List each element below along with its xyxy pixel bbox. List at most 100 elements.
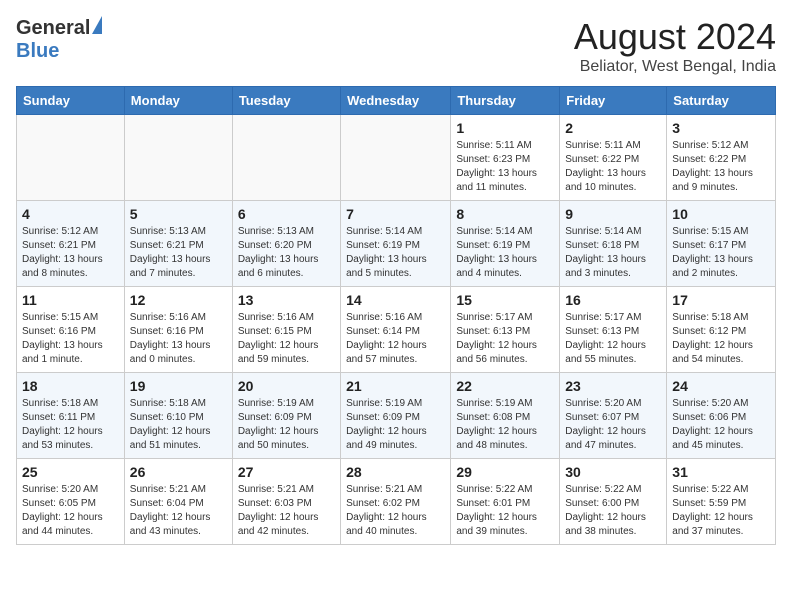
day-number: 10 xyxy=(672,206,770,222)
calendar-week-row: 1 Sunrise: 5:11 AM Sunset: 6:23 PM Daylig… xyxy=(17,115,776,201)
day-info: Sunrise: 5:18 AM Sunset: 6:11 PM Dayligh… xyxy=(22,397,119,453)
day-info: Sunrise: 5:15 AM Sunset: 6:17 PM Dayligh… xyxy=(672,225,770,281)
calendar-cell: 31 Sunrise: 5:22 AM Sunset: 5:59 PM Dayli… xyxy=(667,459,776,545)
day-number: 19 xyxy=(130,378,227,394)
day-info: Sunrise: 5:22 AM Sunset: 6:01 PM Dayligh… xyxy=(456,483,554,539)
day-info: Sunrise: 5:12 AM Sunset: 6:22 PM Dayligh… xyxy=(672,139,770,195)
day-number: 8 xyxy=(456,206,554,222)
day-number: 14 xyxy=(346,292,445,308)
day-info: Sunrise: 5:19 AM Sunset: 6:08 PM Dayligh… xyxy=(456,397,554,453)
day-info: Sunrise: 5:20 AM Sunset: 6:07 PM Dayligh… xyxy=(565,397,661,453)
day-info: Sunrise: 5:21 AM Sunset: 6:02 PM Dayligh… xyxy=(346,483,445,539)
day-info: Sunrise: 5:17 AM Sunset: 6:13 PM Dayligh… xyxy=(456,311,554,367)
day-number: 9 xyxy=(565,206,661,222)
day-info: Sunrise: 5:13 AM Sunset: 6:21 PM Dayligh… xyxy=(130,225,227,281)
day-info: Sunrise: 5:18 AM Sunset: 6:12 PM Dayligh… xyxy=(672,311,770,367)
day-number: 31 xyxy=(672,464,770,480)
calendar-cell: 17Sunrise: 5:18 AM Sunset: 6:12 PM Dayli… xyxy=(667,287,776,373)
logo: General Blue xyxy=(16,16,102,63)
day-number: 18 xyxy=(22,378,119,394)
day-number: 2 xyxy=(565,120,661,136)
calendar-cell: 30Sunrise: 5:22 AM Sunset: 6:00 PM Dayli… xyxy=(560,459,667,545)
calendar-week-row: 4 Sunrise: 5:12 AM Sunset: 6:21 PM Daylig… xyxy=(17,201,776,287)
calendar-cell: 5 Sunrise: 5:13 AM Sunset: 6:21 PM Daylig… xyxy=(124,201,232,287)
calendar-cell: 12Sunrise: 5:16 AM Sunset: 6:16 PM Dayli… xyxy=(124,287,232,373)
calendar-cell: 3 Sunrise: 5:12 AM Sunset: 6:22 PM Daylig… xyxy=(667,115,776,201)
day-info: Sunrise: 5:14 AM Sunset: 6:19 PM Dayligh… xyxy=(456,225,554,281)
day-info: Sunrise: 5:18 AM Sunset: 6:10 PM Dayligh… xyxy=(130,397,227,453)
calendar-cell: 26 Sunrise: 5:21 AM Sunset: 6:04 PM Dayli… xyxy=(124,459,232,545)
calendar-cell: 11 Sunrise: 5:15 AM Sunset: 6:16 PM Dayli… xyxy=(17,287,125,373)
day-info: Sunrise: 5:16 AM Sunset: 6:16 PM Dayligh… xyxy=(130,311,227,367)
day-info: Sunrise: 5:21 AM Sunset: 6:04 PM Dayligh… xyxy=(130,483,227,539)
day-info: Sunrise: 5:19 AM Sunset: 6:09 PM Dayligh… xyxy=(238,397,335,453)
day-number: 13 xyxy=(238,292,335,308)
day-number: 5 xyxy=(130,206,227,222)
calendar-cell: 7 Sunrise: 5:14 AM Sunset: 6:19 PM Daylig… xyxy=(341,201,451,287)
calendar-cell xyxy=(17,115,125,201)
day-number: 6 xyxy=(238,206,335,222)
day-header-friday: Friday xyxy=(560,87,667,115)
day-header-sunday: Sunday xyxy=(17,87,125,115)
day-info: Sunrise: 5:12 AM Sunset: 6:21 PM Dayligh… xyxy=(22,225,119,281)
calendar-cell: 10 Sunrise: 5:15 AM Sunset: 6:17 PM Dayli… xyxy=(667,201,776,287)
calendar-cell: 28Sunrise: 5:21 AM Sunset: 6:02 PM Dayli… xyxy=(341,459,451,545)
day-info: Sunrise: 5:20 AM Sunset: 6:05 PM Dayligh… xyxy=(22,483,119,539)
day-number: 26 xyxy=(130,464,227,480)
day-number: 4 xyxy=(22,206,119,222)
day-number: 24 xyxy=(672,378,770,394)
calendar-cell: 22 Sunrise: 5:19 AM Sunset: 6:08 PM Dayli… xyxy=(451,373,560,459)
day-number: 20 xyxy=(238,378,335,394)
location-title: Beliator, West Bengal, India xyxy=(574,58,776,76)
calendar-cell: 2Sunrise: 5:11 AM Sunset: 6:22 PM Daylig… xyxy=(560,115,667,201)
calendar-cell: 19 Sunrise: 5:18 AM Sunset: 6:10 PM Dayli… xyxy=(124,373,232,459)
calendar-cell: 9Sunrise: 5:14 AM Sunset: 6:18 PM Daylig… xyxy=(560,201,667,287)
calendar-header-row: SundayMondayTuesdayWednesdayThursdayFrid… xyxy=(17,87,776,115)
calendar-cell: 4 Sunrise: 5:12 AM Sunset: 6:21 PM Daylig… xyxy=(17,201,125,287)
day-info: Sunrise: 5:14 AM Sunset: 6:19 PM Dayligh… xyxy=(346,225,445,281)
calendar-week-row: 18 Sunrise: 5:18 AM Sunset: 6:11 PM Dayli… xyxy=(17,373,776,459)
day-number: 3 xyxy=(672,120,770,136)
calendar-cell xyxy=(341,115,451,201)
day-number: 7 xyxy=(346,206,445,222)
logo-blue-text: Blue xyxy=(16,40,59,63)
calendar-cell: 1 Sunrise: 5:11 AM Sunset: 6:23 PM Daylig… xyxy=(451,115,560,201)
calendar-cell: 23 Sunrise: 5:20 AM Sunset: 6:07 PM Dayli… xyxy=(560,373,667,459)
day-number: 22 xyxy=(456,378,554,394)
calendar-week-row: 11 Sunrise: 5:15 AM Sunset: 6:16 PM Dayli… xyxy=(17,287,776,373)
day-number: 16 xyxy=(565,292,661,308)
day-info: Sunrise: 5:19 AM Sunset: 6:09 PM Dayligh… xyxy=(346,397,445,453)
title-section: August 2024 Beliator, West Bengal, India xyxy=(574,16,776,76)
logo-general-text: General xyxy=(16,17,90,40)
day-number: 27 xyxy=(238,464,335,480)
page-header: General Blue August 2024 Beliator, West … xyxy=(16,16,776,76)
day-number: 15 xyxy=(456,292,554,308)
calendar-week-row: 25 Sunrise: 5:20 AM Sunset: 6:05 PM Dayli… xyxy=(17,459,776,545)
day-info: Sunrise: 5:13 AM Sunset: 6:20 PM Dayligh… xyxy=(238,225,335,281)
day-info: Sunrise: 5:11 AM Sunset: 6:23 PM Dayligh… xyxy=(456,139,554,195)
calendar-cell: 18 Sunrise: 5:18 AM Sunset: 6:11 PM Dayli… xyxy=(17,373,125,459)
calendar-cell: 14 Sunrise: 5:16 AM Sunset: 6:14 PM Dayli… xyxy=(341,287,451,373)
day-info: Sunrise: 5:16 AM Sunset: 6:14 PM Dayligh… xyxy=(346,311,445,367)
day-info: Sunrise: 5:22 AM Sunset: 6:00 PM Dayligh… xyxy=(565,483,661,539)
day-number: 29 xyxy=(456,464,554,480)
day-info: Sunrise: 5:20 AM Sunset: 6:06 PM Dayligh… xyxy=(672,397,770,453)
day-number: 1 xyxy=(456,120,554,136)
day-number: 21 xyxy=(346,378,445,394)
day-info: Sunrise: 5:17 AM Sunset: 6:13 PM Dayligh… xyxy=(565,311,661,367)
calendar-cell: 29 Sunrise: 5:22 AM Sunset: 6:01 PM Dayli… xyxy=(451,459,560,545)
calendar-cell: 27 Sunrise: 5:21 AM Sunset: 6:03 PM Dayli… xyxy=(232,459,340,545)
day-number: 11 xyxy=(22,292,119,308)
day-header-monday: Monday xyxy=(124,87,232,115)
day-info: Sunrise: 5:22 AM Sunset: 5:59 PM Dayligh… xyxy=(672,483,770,539)
calendar-table: SundayMondayTuesdayWednesdayThursdayFrid… xyxy=(16,86,776,545)
day-header-tuesday: Tuesday xyxy=(232,87,340,115)
day-header-thursday: Thursday xyxy=(451,87,560,115)
calendar-cell: 24 Sunrise: 5:20 AM Sunset: 6:06 PM Dayli… xyxy=(667,373,776,459)
day-info: Sunrise: 5:21 AM Sunset: 6:03 PM Dayligh… xyxy=(238,483,335,539)
day-info: Sunrise: 5:16 AM Sunset: 6:15 PM Dayligh… xyxy=(238,311,335,367)
day-info: Sunrise: 5:15 AM Sunset: 6:16 PM Dayligh… xyxy=(22,311,119,367)
month-title: August 2024 xyxy=(574,16,776,58)
day-number: 25 xyxy=(22,464,119,480)
day-number: 23 xyxy=(565,378,661,394)
